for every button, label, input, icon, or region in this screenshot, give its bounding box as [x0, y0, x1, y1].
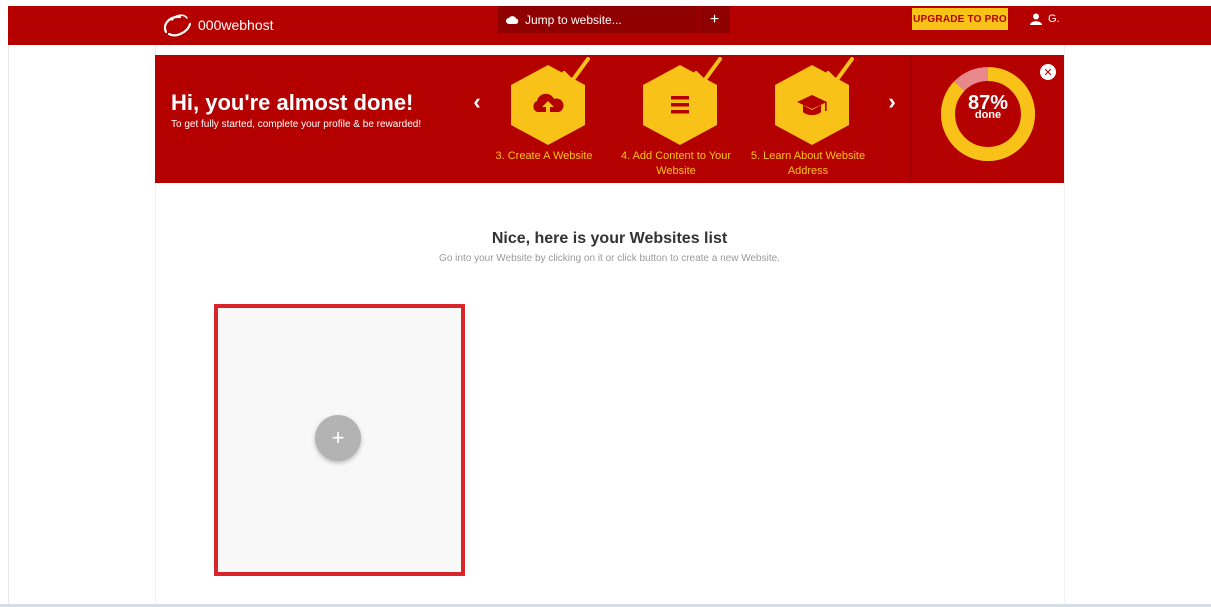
- checkmark-icon: [826, 57, 854, 83]
- logo-swirl-icon: [163, 14, 192, 37]
- logo[interactable]: 000webhost: [160, 12, 274, 38]
- user-icon: [1030, 13, 1042, 25]
- banner-subtitle: To get fully started, complete your prof…: [171, 119, 422, 130]
- websites-list-subtitle: Go into your Website by clicking on it o…: [439, 253, 780, 264]
- jump-label: Jump to website...: [525, 12, 622, 27]
- step-label: 5. Learn About Website Address: [750, 150, 866, 177]
- banner-title: Hi, you're almost done!: [171, 90, 414, 115]
- step-learn-address[interactable]: 5. Learn About Website Address: [748, 57, 868, 179]
- user-name: G.: [1048, 13, 1060, 25]
- onboarding-banner: Hi, you're almost done! To get fully sta…: [155, 55, 1064, 183]
- checkmark-icon: [694, 57, 722, 83]
- step-add-content[interactable]: 4. Add Content to Your Website: [616, 57, 736, 179]
- create-website-card[interactable]: +: [214, 304, 465, 576]
- logo-text: 000webhost: [198, 17, 274, 33]
- next-step-arrow[interactable]: ›: [882, 89, 902, 115]
- progress-done-label: done: [974, 109, 1002, 121]
- close-banner-icon[interactable]: ✕: [1040, 64, 1056, 80]
- cloud-icon: [506, 16, 519, 24]
- user-menu[interactable]: G.: [1030, 9, 1060, 29]
- jump-to-website-dropdown[interactable]: Jump to website...: [498, 6, 698, 33]
- upgrade-to-pro-button[interactable]: UPGRADE TO PRO: [912, 8, 1008, 30]
- progress-text: 87% done: [940, 93, 1036, 121]
- page-edge: [8, 45, 9, 607]
- add-website-plus-button[interactable]: +: [315, 415, 361, 461]
- menu-lines-icon: [671, 96, 689, 100]
- banner-divider: [910, 55, 911, 183]
- step-create-website[interactable]: 3. Create A Website: [484, 57, 604, 179]
- checkmark-icon: [562, 57, 590, 83]
- step-label: 3. Create A Website: [495, 150, 593, 162]
- step-label: 4. Add Content to Your Website: [620, 150, 732, 177]
- websites-list-title: Nice, here is your Websites list: [491, 230, 728, 247]
- add-website-button[interactable]: +: [698, 6, 730, 33]
